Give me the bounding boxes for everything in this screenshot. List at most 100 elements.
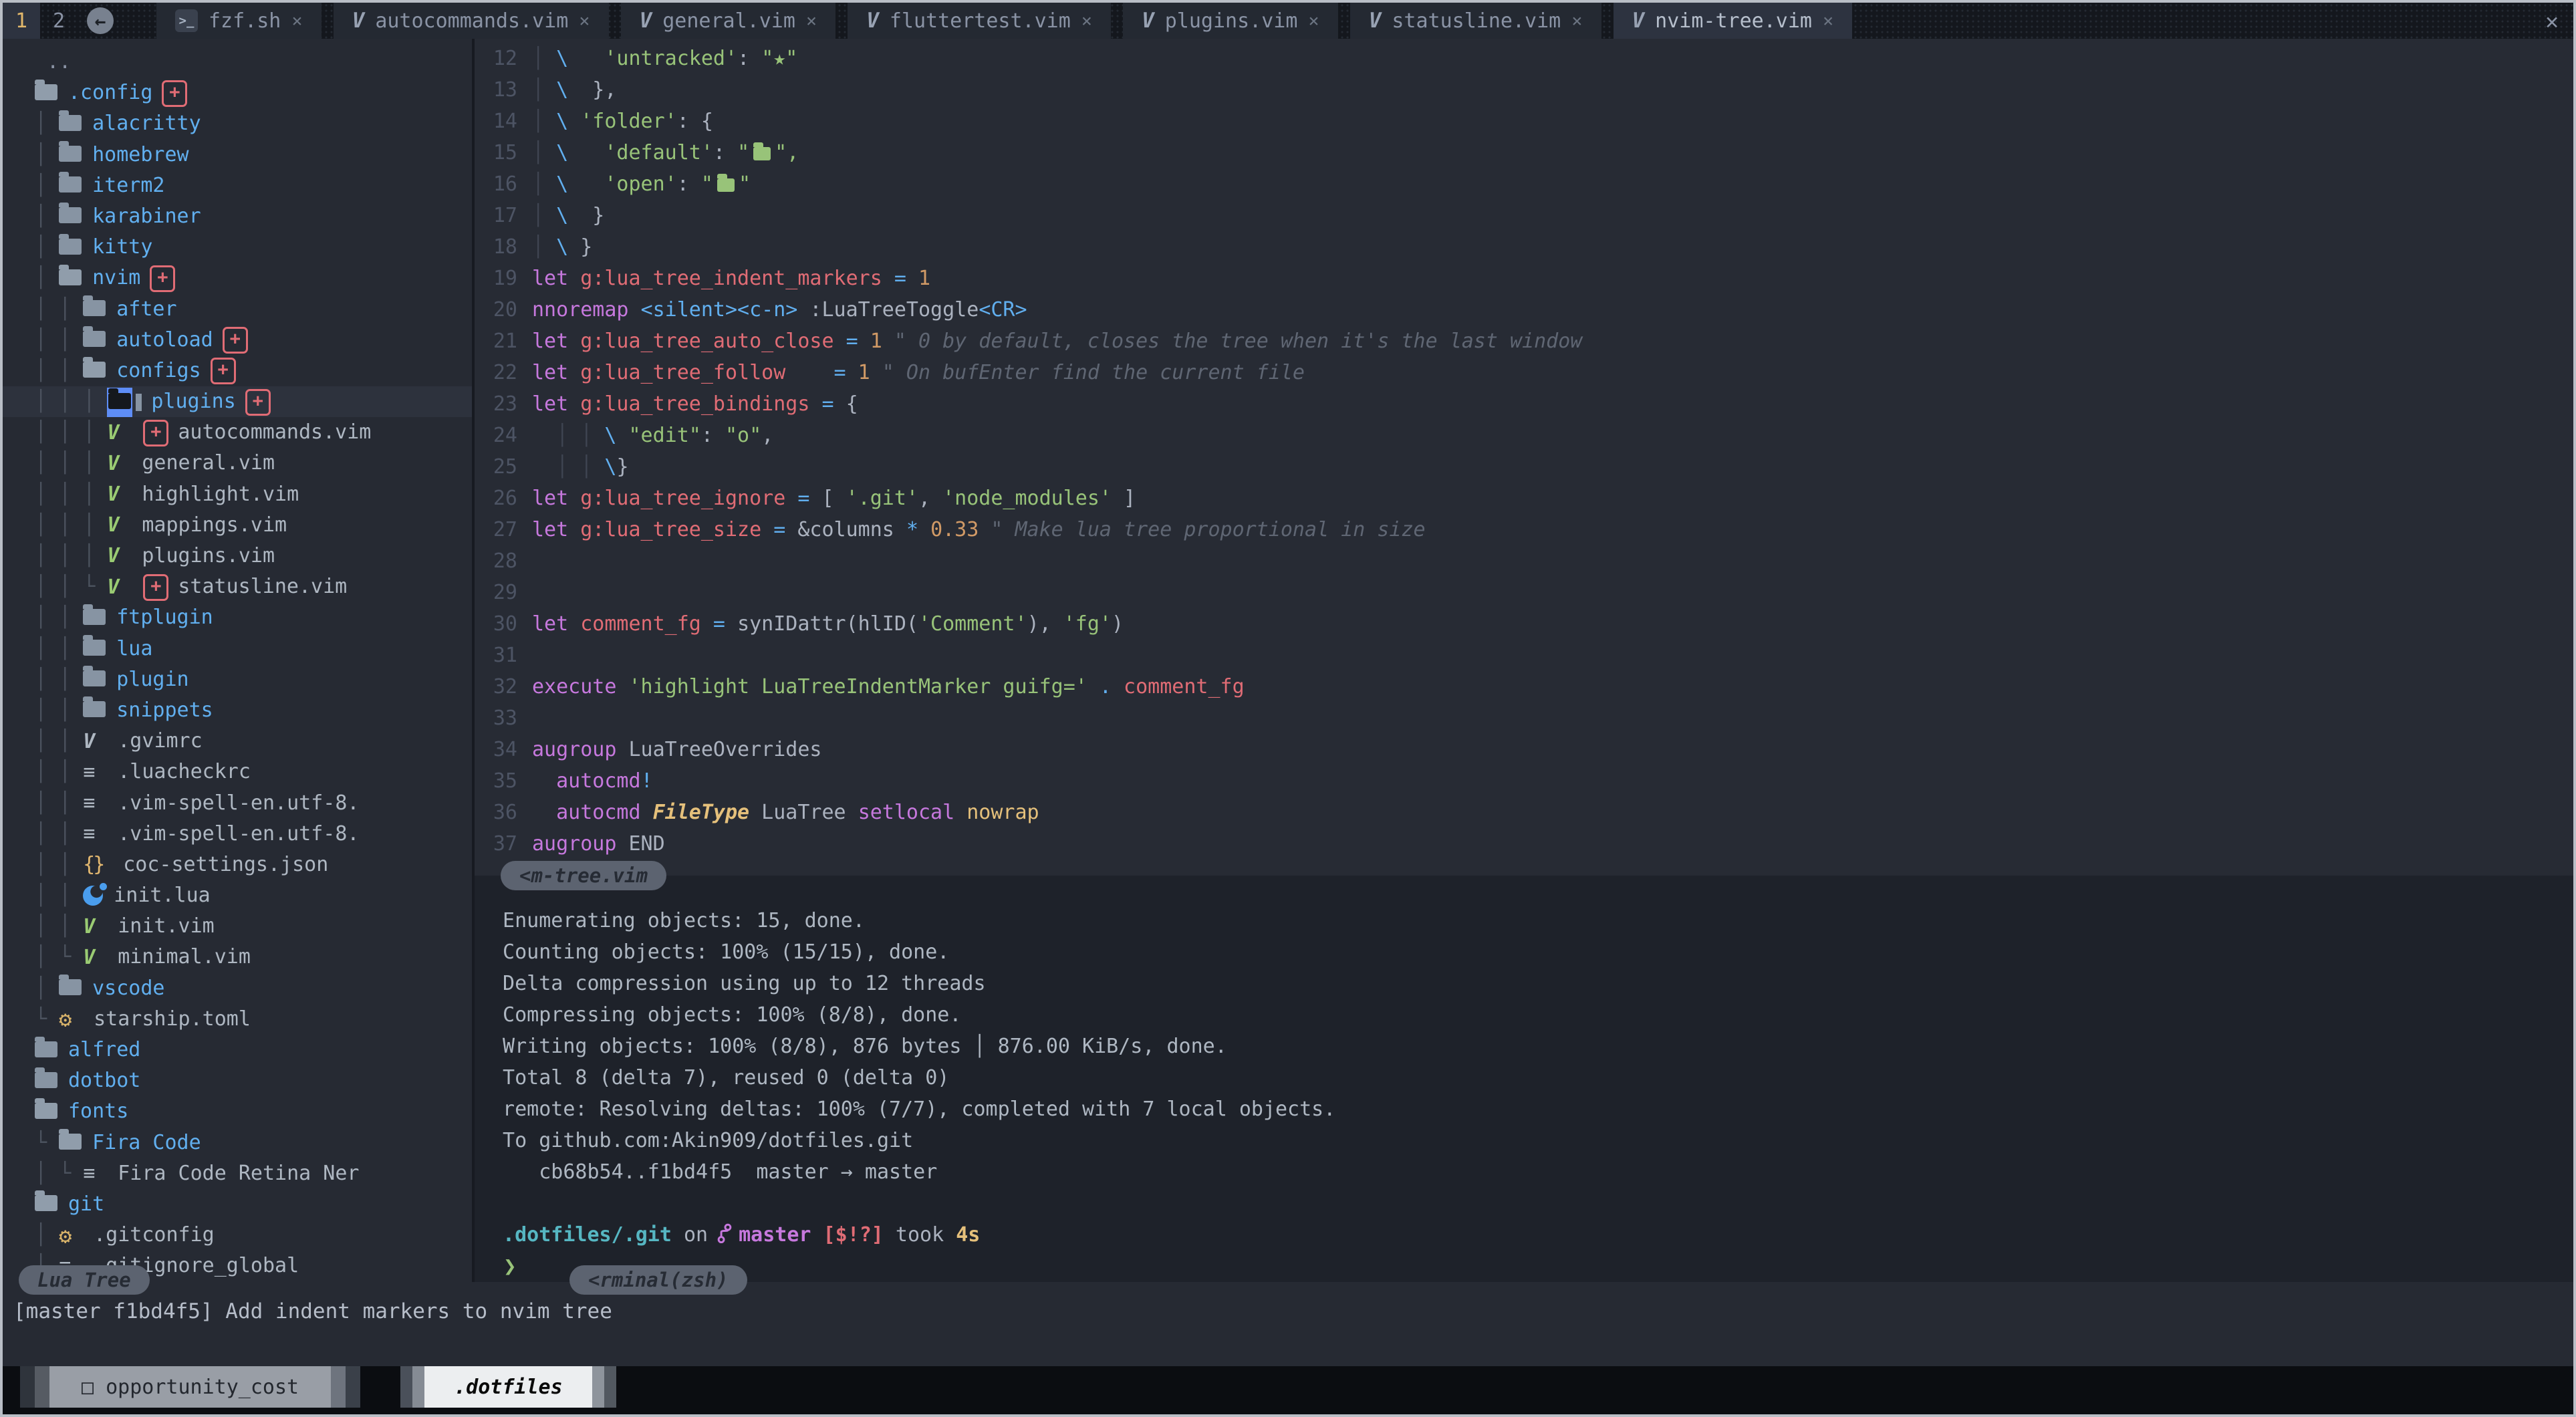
tree-item-statusline.vim[interactable]: │ │ └ V+statusline.vim — [3, 571, 472, 602]
tab-close-icon[interactable]: × — [1081, 11, 1092, 31]
tmux-window-label[interactable]: □ opportunity_cost — [49, 1366, 331, 1408]
tree-item-autoload[interactable]: │ │ autoload+ — [3, 325, 472, 356]
statusline-pill-terminal[interactable]: <rminal(zsh) — [569, 1265, 747, 1295]
tab-nvim-tree.vim[interactable]: Vnvim-tree.vim× — [1614, 3, 1853, 39]
code-line-18[interactable]: 18│ \ } — [475, 231, 2573, 263]
tree-item-label: iterm2 — [92, 174, 164, 197]
tree-item-.config[interactable]: .config+ — [3, 78, 472, 108]
tree-item-nvim[interactable]: │ nvim+ — [3, 263, 472, 293]
code-line-26[interactable]: 26let g:lua_tree_ignore = [ '.git', 'nod… — [475, 483, 2573, 514]
tree-item-.gvimrc[interactable]: │ │ V.gvimrc — [3, 726, 472, 757]
tree-item-.gitconfig[interactable]: │ ⚙.gitconfig — [3, 1220, 472, 1251]
code-line-31[interactable]: 31 — [475, 640, 2573, 671]
tab-close-icon[interactable]: × — [1571, 11, 1582, 31]
tab-close-icon[interactable]: × — [1823, 11, 1833, 31]
code-line-27[interactable]: 27let g:lua_tree_size = &columns * 0.33 … — [475, 514, 2573, 545]
tree-item-general.vim[interactable]: │ │ │ Vgeneral.vim — [3, 448, 472, 479]
code-line-25[interactable]: 25 │ │ \} — [475, 451, 2573, 483]
tree-item-fonts[interactable]: fonts — [3, 1096, 472, 1127]
code-line-14[interactable]: 14│ \ 'folder': { — [475, 106, 2573, 137]
tab-close-icon[interactable]: × — [579, 11, 590, 31]
tree-item-..[interactable]: .. — [3, 47, 472, 78]
tree-item-git[interactable]: git — [3, 1189, 472, 1220]
tree-item-init.vim[interactable]: │ │ Vinit.vim — [3, 911, 472, 942]
tabpage-1[interactable]: 1 — [3, 3, 40, 39]
code-line-16[interactable]: 16│ \ 'open': "" — [475, 168, 2573, 200]
code-line-24[interactable]: 24 │ │ \ "edit": "o", — [475, 420, 2573, 451]
vim-icon: V — [866, 9, 879, 33]
tree-item-dotbot[interactable]: dotbot — [3, 1065, 472, 1096]
code-line-33[interactable]: 33 — [475, 702, 2573, 734]
tree-item-alfred[interactable]: alfred — [3, 1035, 472, 1065]
code-line-36[interactable]: 36 autocmd FileType LuaTree setlocal now… — [475, 797, 2573, 828]
tree-item-FiraCodeRetinaNer[interactable]: │ └ ≡Fira Code Retina Ner — [3, 1158, 472, 1189]
tree-item-alacritty[interactable]: │ alacritty — [3, 108, 472, 139]
code-line-29[interactable]: 29 — [475, 577, 2573, 608]
tmux-window-dotfiles[interactable]: .dotfiles — [400, 1366, 616, 1408]
tree-item-plugins.vim[interactable]: │ │ │ Vplugins.vim — [3, 541, 472, 571]
tab-label: fzf.sh — [209, 9, 281, 33]
back-arrow-icon[interactable]: ← — [87, 7, 114, 34]
tree-item-init.lua[interactable]: │ │ init.lua — [3, 880, 472, 911]
code-line-15[interactable]: 15│ \ 'default': "", — [475, 137, 2573, 168]
tree-item-kitty[interactable]: │ kitty — [3, 232, 472, 263]
tab-general.vim[interactable]: Vgeneral.vim× — [621, 3, 836, 39]
tree-item-.vim-spell-en.utf-8.[interactable]: │ │ ≡.vim-spell-en.utf-8. — [3, 788, 472, 819]
close-all-icon[interactable]: ✕ — [2545, 8, 2559, 34]
tab-plugins.vim[interactable]: Vplugins.vim× — [1123, 3, 1338, 39]
tab-fzf.sh[interactable]: >_fzf.sh× — [156, 3, 321, 39]
code-line-23[interactable]: 23let g:lua_tree_bindings = { — [475, 388, 2573, 420]
terminal-line: To github.com:Akin909/dotfiles.git — [491, 1125, 2573, 1156]
code-line-20[interactable]: 20nnoremap <silent><c-n> :LuaTreeToggle<… — [475, 294, 2573, 326]
tree-item-snippets[interactable]: │ │ snippets — [3, 695, 472, 726]
tree-item-autocommands.vim[interactable]: │ │ │ V+autocommands.vim — [3, 417, 472, 448]
code-line-22[interactable]: 22let g:lua_tree_follow = 1 " On bufEnte… — [475, 357, 2573, 388]
tree-item-label: mappings.vim — [142, 513, 287, 537]
tree-item-iterm2[interactable]: │ iterm2 — [3, 170, 472, 201]
code-line-28[interactable]: 28 — [475, 545, 2573, 577]
tree-item-coc-settings.json[interactable]: │ │ {}coc-settings.json — [3, 850, 472, 880]
tabpage-2[interactable]: 2 — [40, 3, 78, 39]
tree-guide: │ │ — [35, 328, 83, 352]
terminal-line: Compressing objects: 100% (8/8), done. — [491, 999, 2573, 1031]
code-line-37[interactable]: 37augroup END — [475, 828, 2573, 860]
tree-item-starship.toml[interactable]: └ ⚙starship.toml — [3, 1004, 472, 1035]
tree-item-vscode[interactable]: │ vscode — [3, 973, 472, 1004]
tree-item-mappings.vim[interactable]: │ │ │ Vmappings.vim — [3, 510, 472, 541]
statusline-pill-luatree[interactable]: Lua Tree — [19, 1265, 150, 1295]
folder-open-icon — [35, 1195, 57, 1211]
tab-close-icon[interactable]: × — [1308, 11, 1319, 31]
tab-autocommands.vim[interactable]: Vautocommands.vim× — [334, 3, 609, 39]
tab-statusline.vim[interactable]: Vstatusline.vim× — [1350, 3, 1601, 39]
code-line-35[interactable]: 35 autocmd! — [475, 765, 2573, 797]
code-line-34[interactable]: 34augroup LuaTreeOverrides — [475, 734, 2573, 765]
tmux-active-window-label[interactable]: .dotfiles — [424, 1366, 592, 1408]
code-line-17[interactable]: 17│ \ } — [475, 200, 2573, 231]
tree-item-minimal.vim[interactable]: │ └ Vminimal.vim — [3, 942, 472, 973]
code-line-21[interactable]: 21let g:lua_tree_auto_close = 1 " 0 by d… — [475, 326, 2573, 357]
tree-item-.luacheckrc[interactable]: │ │ ≡.luacheckrc — [3, 757, 472, 787]
statusline-pill-editor[interactable]: <m-tree.vim — [501, 861, 666, 890]
tree-item-after[interactable]: │ │ after — [3, 294, 472, 325]
tab-close-icon[interactable]: × — [806, 11, 817, 31]
tree-item-plugin[interactable]: │ │ plugin — [3, 664, 472, 695]
tree-item-ftplugin[interactable]: │ │ ftplugin — [3, 602, 472, 633]
tree-item-FiraCode[interactable]: └ Fira Code — [3, 1128, 472, 1158]
tree-item-configs[interactable]: │ │ configs+ — [3, 356, 472, 386]
git-plus-badge: + — [245, 389, 271, 416]
tree-item-.vim-spell-en.utf-8.[interactable]: │ │ ≡.vim-spell-en.utf-8. — [3, 819, 472, 850]
tab-fluttertest.vim[interactable]: Vfluttertest.vim× — [848, 3, 1111, 39]
tree-item-homebrew[interactable]: │ homebrew — [3, 140, 472, 170]
tab-close-icon[interactable]: × — [291, 11, 302, 31]
tree-item-lua[interactable]: │ │ lua — [3, 634, 472, 664]
code-line-12[interactable]: 12│ \ 'untracked': "★" — [475, 43, 2573, 74]
code-line-32[interactable]: 32execute 'highlight LuaTreeIndentMarker… — [475, 671, 2573, 702]
tree-item-label: coc-settings.json — [123, 853, 328, 876]
code-line-30[interactable]: 30let comment_fg = synIDattr(hlID('Comme… — [475, 608, 2573, 640]
tmux-window-opportunity-cost[interactable]: □ opportunity_cost — [20, 1366, 360, 1408]
tree-item-highlight.vim[interactable]: │ │ │ Vhighlight.vim — [3, 479, 472, 510]
code-line-19[interactable]: 19let g:lua_tree_indent_markers = 1 — [475, 263, 2573, 294]
tree-item-plugins[interactable]: │ │ │ plugins+ — [3, 386, 472, 417]
code-line-13[interactable]: 13│ \ }, — [475, 74, 2573, 106]
tree-item-karabiner[interactable]: │ karabiner — [3, 201, 472, 232]
